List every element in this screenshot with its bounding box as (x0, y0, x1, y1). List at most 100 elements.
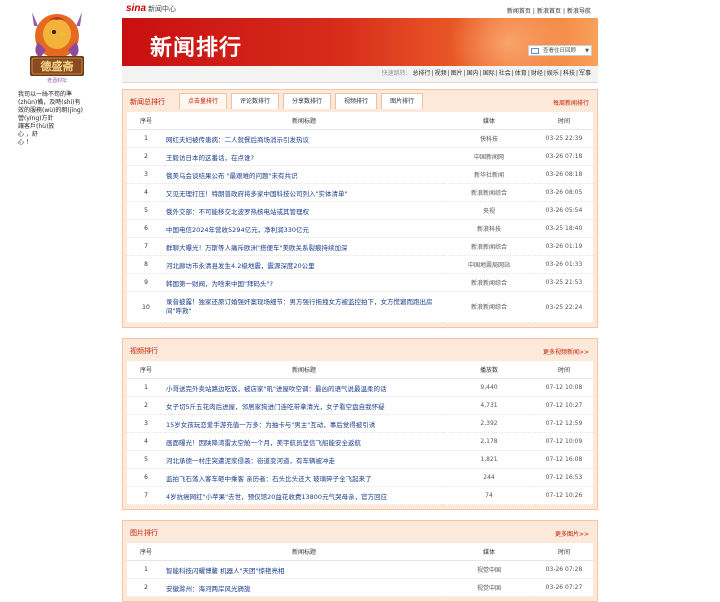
tab-pictures[interactable]: 图片排行 (381, 93, 424, 109)
tab-comments[interactable]: 评论数排行 (231, 93, 280, 109)
row-title-link[interactable]: 河北廊坊市永清县发生4.2级地震，震源深度20公里 (166, 262, 315, 270)
banner: 新闻排行 查看往日回顾 ▼ (122, 18, 598, 66)
date-select[interactable]: 查看往日回顾 ▼ (528, 45, 592, 56)
row-title-link[interactable]: 群聊大曝光！万斯等人痛斥欧洲"搭便车"美欧关系裂痕持续加深 (166, 244, 347, 252)
quick-nav-item[interactable]: 视频 (435, 70, 447, 77)
quick-nav-item[interactable]: 军事 (579, 70, 591, 77)
row-title-link[interactable]: 画面曝光！因陕降湾雷太空舱一个月，美宇航员坚信飞船能安全返航 (166, 439, 361, 447)
col-media: 媒体 (443, 543, 535, 561)
quick-nav-item[interactable]: 财经 (531, 70, 543, 77)
tab-shares[interactable]: 分享数排行 (283, 93, 332, 109)
row-time: 03-26 07:18 (545, 153, 583, 160)
row-time-cell: 07-12 10:09 (535, 432, 593, 451)
col-title: 新闻标题 (165, 112, 443, 130)
row-media: 快科技 (479, 136, 498, 143)
row-title-link-cell: 录音披露！独家还原订婚强奸案现场细节：男方强行拖拽女方被监控拍下，女方慌窘而跑出… (165, 291, 443, 323)
row-time: 03-25 22:24 (545, 303, 583, 311)
row-title-link-cell: 安徽滁州：海河两岸风光旖旎 (165, 578, 443, 597)
quick-nav-item[interactable]: 社会 (499, 70, 511, 77)
table-row: 3 俄美乌会谈结果公布 "最艰难的问题"未有共识 新华社新闻 03-26 08:18 (127, 165, 593, 184)
row-title-link[interactable]: 录音披露！独家还原订婚强奸案现场细节：男方强行拖拽女方被监控拍下，女方慌窘而跑出… (166, 298, 433, 315)
tab-clicks[interactable]: 点击量排行 (179, 93, 228, 109)
row-index: 7 (144, 243, 148, 250)
row-media: 视觉中国 (476, 567, 501, 574)
table-row: 6 监拍飞石落入客车砸中乘客 亲历者：石头比头还大 玻璃碎子全飞起来了 244 07-… (127, 468, 593, 487)
table-row: 1 小哥送完外卖站路边吃饭，被店家"吼"进屋吹空调：最凶的语气说最温柔的话 9,44… (127, 378, 593, 397)
sina-logo[interactable]: sina 新闻中心 (126, 3, 176, 14)
row-time: 03-26 07:28 (545, 566, 583, 573)
section-header: 新闻总排行 点击量排行 评论数排行 分享数排行 视频排行 图片排行 每周新闻排行 (127, 90, 593, 112)
row-title-link[interactable]: 女子切5斤五花肉后进屋，邻居家狗进门连吃带拿清光，女子看空盘自我怀疑 (166, 403, 385, 411)
link-sina-nav[interactable]: 新浪导航 (567, 8, 591, 15)
link-sina-home[interactable]: 新浪首页 (537, 8, 561, 15)
row-title-link[interactable]: 中国电信2024年营收5294亿元，净利润330亿元 (166, 226, 309, 234)
row-index: 10 (142, 303, 150, 311)
quick-nav-label: 快速跳转: (381, 70, 408, 77)
row-title-link[interactable]: 韩国第一财阀，为啥来中国"拜码头"? (166, 280, 273, 288)
row-title-link[interactable]: 河北承德一村庄突遭泥浆侵袭：街道变河道，有车辆被冲走 (166, 457, 335, 465)
row-time-cell: 03-26 01:33 (535, 255, 593, 274)
row-title-link[interactable]: 智能科技闪耀博鳌 机器人"天团"惊艳亮相 (166, 567, 285, 575)
row-time: 03-25 18:40 (545, 225, 583, 232)
brand-logo[interactable]: 德盛斋 老酒封坛 (24, 6, 90, 86)
quick-nav-item[interactable]: 国际 (483, 70, 495, 77)
row-media: 2,178 (480, 438, 498, 445)
row-title-link[interactable]: 俄美乌会谈结果公布 "最艰难的问题"未有共识 (166, 172, 298, 180)
row-title-link-cell: 王毅访日本的这番话，在点谁? (165, 147, 443, 166)
table-row: 7 群聊大曝光！万斯等人痛斥欧洲"搭便车"美欧关系裂痕持续加深 新浪新闻综合 03-2… (127, 237, 593, 256)
row-title-link[interactable]: 15岁女孩玩恋爱手游充值一万多：为抽卡与"男主"互动，事后觉得被引诱 (166, 421, 375, 429)
row-title-link-cell: 河北承德一村庄突遭泥浆侵袭：街道变河道，有车辆被冲走 (165, 450, 443, 469)
row-title-link[interactable]: 安徽滁州：海河两岸风光旖旎 (166, 585, 251, 593)
date-select-label: 查看往日回顾 (543, 48, 577, 54)
table-row: 4 又见无理打压！特朗普政府将多家中国科技公司列入"实体清单" 新浪新闻综合 03-2… (127, 183, 593, 202)
slogan-line: (zhǔn)備，及時(shí)有 (18, 99, 81, 106)
weekly-ranking-link[interactable]: 每周新闻排行 (553, 98, 589, 107)
section-header: 视频排行 更多视频新闻>> (127, 339, 593, 361)
pictures-table-body: 1 智能科技闪耀博鳌 机器人"天团"惊艳亮相 视觉中国 03-26 07:28 2 安徽滁… (127, 560, 593, 597)
row-title-link[interactable]: 监拍飞石落入客车砸中乘客 亲历者：石头比头还大 玻璃碎子全飞起来了 (166, 475, 372, 483)
row-media: 中国新闻网 (473, 154, 504, 161)
row-index-cell: 7 (127, 237, 165, 256)
more-video-link[interactable]: 更多视频新闻>> (543, 347, 589, 356)
row-media-cell: 新浪科技 (443, 219, 535, 238)
row-media: 新浪新闻综合 (470, 280, 507, 287)
quick-nav-item[interactable]: 总排行 (413, 70, 431, 77)
tab-video[interactable]: 视频排行 (335, 93, 378, 109)
row-index-cell: 2 (127, 147, 165, 166)
row-index-cell: 1 (127, 378, 165, 397)
calendar-icon (531, 48, 539, 54)
table-row: 6 中国电信2024年营收5294亿元，净利润330亿元 新浪科技 03-25 18:… (127, 219, 593, 238)
row-time-cell: 03-25 21:53 (535, 273, 593, 292)
row-title-link[interactable]: 又见无理打压！特朗普政府将多家中国科技公司列入"实体清单" (166, 190, 347, 198)
row-title-link[interactable]: 小哥送完外卖站路边吃饭，被店家"吼"进屋吹空调：最凶的语气说最温柔的话 (166, 385, 386, 393)
row-time: 07-12 10:26 (545, 492, 583, 499)
row-time-cell: 03-26 07:18 (535, 147, 593, 166)
row-title-link[interactable]: 网红夫妇被传患病：二人就餐后商场消示引发热议 (166, 136, 309, 144)
row-title-link[interactable]: 王毅访日本的这番话，在点谁? (166, 154, 254, 162)
row-time: 03-25 22:39 (545, 135, 583, 142)
section-title: 新闻总排行 (130, 98, 165, 106)
row-title-link[interactable]: 4岁抗癌网红"小苹果"去世，预仅馆20益花收费13800元气哭母亲，官方回应 (166, 493, 387, 501)
quick-nav-item[interactable]: 体育 (515, 70, 527, 77)
row-title-link-cell: 智能科技闪耀博鳌 机器人"天团"惊艳亮相 (165, 560, 443, 579)
row-time-cell: 03-26 05:54 (535, 201, 593, 220)
row-time-cell: 07-12 16:08 (535, 450, 593, 469)
quick-nav: 快速跳转: 总排行|视频|图片|国内|国际|社会|体育|财经|娱乐|科技|军事 (122, 66, 598, 83)
row-index-cell: 6 (127, 468, 165, 487)
row-media-cell: 快科技 (443, 129, 535, 148)
quick-nav-item[interactable]: 娱乐 (547, 70, 559, 77)
row-media-cell: 视觉中国 (443, 578, 535, 597)
row-media-cell: 1,821 (443, 450, 535, 469)
table-row: 1 智能科技闪耀博鳌 机器人"天团"惊艳亮相 视觉中国 03-26 07:28 (127, 560, 593, 579)
quick-nav-item[interactable]: 科技 (563, 70, 575, 77)
quick-nav-item[interactable]: 图片 (451, 70, 463, 77)
row-index-cell: 1 (127, 560, 165, 579)
row-time-cell: 07-12 12:59 (535, 414, 593, 433)
more-pictures-link[interactable]: 更多图片>> (555, 529, 589, 538)
row-index-cell: 10 (127, 291, 165, 323)
row-time-cell: 03-25 22:39 (535, 129, 593, 148)
row-title-link[interactable]: 俄外交部：不可能移交北波罗热核电站或其管理权 (166, 208, 309, 216)
row-time: 03-26 08:18 (545, 171, 583, 178)
link-news-home[interactable]: 新闻首页 (507, 8, 531, 15)
quick-nav-item[interactable]: 国内 (467, 70, 479, 77)
